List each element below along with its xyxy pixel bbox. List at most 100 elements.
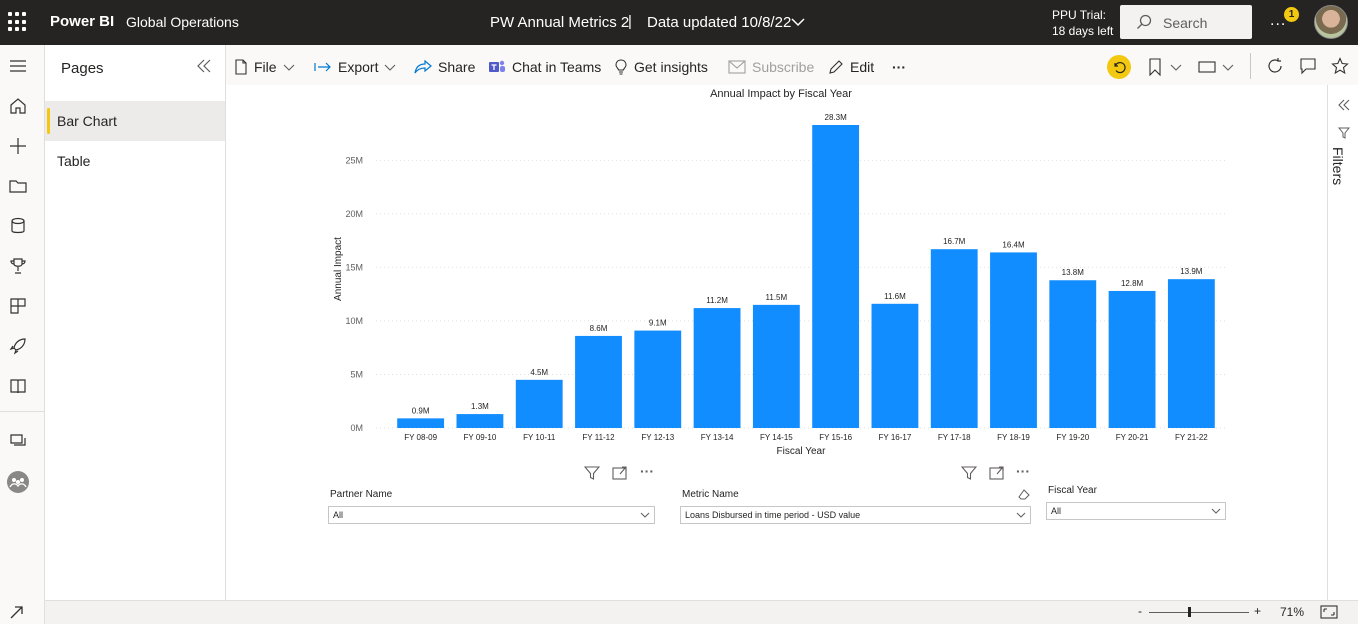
comment-icon[interactable]: [1299, 57, 1317, 75]
y-tick-label: 15M: [345, 262, 363, 272]
bar-fy-11-12[interactable]: [575, 335, 622, 428]
home-icon[interactable]: [9, 97, 27, 115]
bar-fy-10-11[interactable]: [515, 379, 563, 428]
apps-icon[interactable]: [9, 297, 27, 315]
data-label: 28.3M: [825, 113, 848, 122]
filter-icon[interactable]: [584, 465, 600, 481]
x-tick-label: FY 21-22: [1175, 433, 1208, 442]
deployment-rocket-icon[interactable]: [9, 337, 27, 355]
data-hub-icon[interactable]: [9, 217, 27, 235]
bar-chart[interactable]: Annual Impact by Fiscal Year Fiscal Year…: [226, 85, 1327, 465]
trial-label: PPU Trial:: [1052, 8, 1107, 22]
rail-divider: [0, 411, 44, 412]
bar-fy-19-20[interactable]: [1049, 280, 1097, 428]
zoom-out-button[interactable]: -: [1138, 604, 1142, 618]
bar-fy-08-09[interactable]: [397, 418, 445, 428]
data-label: 12.8M: [1121, 279, 1144, 288]
goals-trophy-icon[interactable]: [9, 257, 27, 275]
hamburger-icon[interactable]: [9, 57, 27, 75]
collapse-pane-icon[interactable]: [195, 57, 213, 75]
workspaces-icon[interactable]: [9, 432, 27, 450]
edit-button[interactable]: Edit: [828, 57, 874, 77]
search-placeholder: Search: [1163, 15, 1208, 31]
chevron-down-icon[interactable]: [1222, 61, 1234, 73]
chevron-down-icon[interactable]: [1170, 61, 1182, 73]
bar-fy-21-22[interactable]: [1167, 279, 1215, 428]
export-menu[interactable]: Export: [314, 57, 396, 77]
nav-rail: [0, 45, 45, 624]
bar-fy-16-17[interactable]: [871, 303, 919, 428]
get-insights-button[interactable]: Get insights: [614, 57, 708, 77]
search-box[interactable]: Search: [1120, 5, 1252, 39]
app-launcher-icon[interactable]: [8, 12, 28, 32]
zoom-slider-track[interactable]: [1149, 612, 1249, 613]
x-axis-title: Fiscal Year: [777, 446, 827, 457]
search-icon: [1137, 14, 1152, 29]
learn-book-icon[interactable]: [9, 377, 27, 395]
visual-more-options[interactable]: ···: [1016, 463, 1030, 479]
chat-in-teams-button[interactable]: Chat in Teams: [488, 57, 601, 77]
x-tick-label: FY 11-12: [582, 433, 615, 442]
refresh-icon[interactable]: [1266, 57, 1284, 75]
file-menu[interactable]: File: [234, 57, 295, 77]
metric-slicer-dropdown[interactable]: Loans Disbursed in time period - USD val…: [680, 506, 1031, 524]
report-toolbar: File Export Share Chat in Teams Get insi…: [226, 45, 1358, 88]
file-icon: [235, 59, 247, 75]
y-tick-label: 5M: [350, 369, 363, 379]
x-tick-label: FY 09-10: [464, 433, 497, 442]
bar-fy-15-16[interactable]: [812, 125, 860, 428]
title-separator: |: [628, 13, 632, 30]
workspace-name[interactable]: Global Operations: [126, 14, 239, 30]
bar-fy-13-14[interactable]: [693, 308, 741, 428]
partner-slicer-dropdown[interactable]: All: [328, 506, 655, 524]
more-actions-button[interactable]: ···: [892, 57, 906, 77]
fit-to-page-icon[interactable]: [1320, 604, 1338, 620]
page-tab-table[interactable]: Table: [45, 141, 225, 181]
chevron-down-icon: [385, 64, 396, 71]
visual-more-options[interactable]: ···: [640, 463, 654, 479]
focus-mode-icon[interactable]: [989, 466, 1005, 480]
view-icon[interactable]: [1198, 60, 1216, 74]
browse-folder-icon[interactable]: [9, 177, 27, 195]
x-tick-label: FY 18-19: [997, 433, 1030, 442]
chevron-down-icon: [1211, 508, 1221, 514]
share-label: Share: [438, 59, 476, 75]
zoom-in-button[interactable]: +: [1254, 604, 1261, 618]
focus-mode-icon[interactable]: [612, 466, 628, 480]
filter-icon[interactable]: [961, 465, 977, 481]
x-tick-label: FY 14-15: [760, 433, 793, 442]
bar-fy-17-18[interactable]: [930, 249, 978, 428]
create-icon[interactable]: [9, 137, 27, 155]
filters-pane[interactable]: Filters: [1327, 85, 1358, 600]
export-label: Export: [338, 59, 379, 75]
expand-pane-icon[interactable]: [1338, 99, 1350, 111]
bar-fy-14-15[interactable]: [752, 304, 800, 428]
brand-name[interactable]: Power BI: [50, 13, 114, 30]
export-arrow-icon: [314, 62, 331, 72]
reset-icon[interactable]: [1107, 55, 1131, 79]
file-label: File: [254, 59, 277, 75]
chart-title: Annual Impact by Fiscal Year: [710, 88, 852, 100]
subscribe-button[interactable]: Subscribe: [728, 57, 814, 77]
data-label: 11.5M: [766, 293, 788, 302]
data-label: 8.6M: [590, 324, 608, 333]
data-updated-dropdown[interactable]: Data updated 10/8/22: [647, 14, 791, 31]
eraser-icon[interactable]: [1018, 489, 1030, 501]
page-tab-bar-chart[interactable]: Bar Chart: [45, 101, 225, 141]
y-tick-label: 20M: [345, 209, 363, 219]
fiscal-year-slicer-dropdown[interactable]: All: [1046, 502, 1226, 520]
bar-fy-09-10[interactable]: [456, 414, 504, 428]
partner-slicer-value: All: [333, 510, 344, 520]
bookmark-icon[interactable]: [1148, 58, 1162, 76]
workspace-avatar-icon[interactable]: [6, 470, 30, 494]
data-label: 0.9M: [412, 406, 430, 415]
avatar[interactable]: [1314, 5, 1348, 39]
chevron-down-icon[interactable]: [790, 14, 806, 30]
favorite-star-icon[interactable]: [1331, 57, 1349, 75]
bar-fy-12-13[interactable]: [634, 330, 682, 428]
zoom-slider-thumb[interactable]: [1188, 607, 1191, 617]
share-button[interactable]: Share: [414, 57, 475, 77]
bar-fy-18-19[interactable]: [990, 252, 1037, 428]
expand-arrow-icon[interactable]: [8, 603, 26, 621]
bar-fy-20-21[interactable]: [1108, 290, 1156, 428]
